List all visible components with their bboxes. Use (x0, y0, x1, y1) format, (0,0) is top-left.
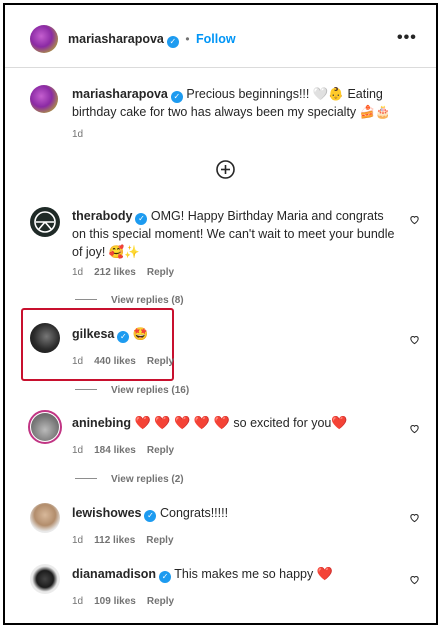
comment-avatar[interactable] (28, 410, 62, 444)
header-divider (5, 67, 436, 68)
comment-meta: 1d 184 likes Reply (72, 445, 185, 456)
caption-username[interactable]: mariasharapova (72, 87, 168, 101)
comment-time: 1d (72, 596, 84, 607)
reply-button[interactable]: Reply (147, 596, 174, 607)
verified-icon: ✓ (117, 331, 130, 343)
comment-hearts: ❤️ ❤️ ❤️ ❤️ ❤️ (134, 415, 230, 430)
comment-username[interactable]: lewishowes (72, 506, 141, 520)
plus-circle-icon[interactable] (216, 160, 235, 179)
follow-button[interactable]: Follow (196, 32, 236, 46)
header-avatar[interactable] (30, 25, 58, 53)
reply-button[interactable]: Reply (147, 356, 174, 367)
more-options-icon[interactable]: ••• (397, 29, 417, 47)
like-heart-icon[interactable] (409, 574, 420, 585)
comment-trailing-heart: ❤️ (331, 415, 348, 430)
view-replies-button[interactable]: View replies (8) (75, 295, 184, 306)
comment-meta: 1d 440 likes Reply (72, 356, 185, 367)
comment-avatar[interactable] (30, 503, 60, 533)
like-heart-icon[interactable] (409, 512, 420, 523)
replies-line (75, 478, 97, 479)
therabody-logo-icon (34, 211, 56, 233)
separator-dot: • (185, 32, 190, 46)
view-replies-button[interactable]: View replies (2) (75, 474, 184, 485)
comment-likes[interactable]: 184 likes (94, 445, 136, 456)
caption-body: mariasharapova ✓ Precious beginnings!!! 🤍… (72, 85, 402, 121)
comments-panel: mariasharapova ✓ • Follow ••• mariasharap… (3, 3, 438, 625)
like-heart-icon[interactable] (409, 214, 420, 225)
comment-likes[interactable]: 109 likes (94, 596, 136, 607)
comment-meta: 1d 212 likes Reply (72, 267, 185, 278)
comment-text: Congrats!!!!! (159, 506, 229, 520)
comment-body: aninebing ❤️ ❤️ ❤️ ❤️ ❤️ so excited for … (72, 414, 402, 432)
replies-line (75, 389, 97, 390)
comment-body: therabody ✓ OMG! Happy Birthday Maria and… (72, 207, 397, 261)
like-heart-icon[interactable] (409, 334, 420, 345)
verified-icon: ✓ (144, 510, 157, 522)
comment-likes[interactable]: 440 likes (94, 356, 136, 367)
reply-button[interactable]: Reply (147, 445, 174, 456)
comment-text: so excited for you (233, 416, 332, 430)
verified-icon: ✓ (166, 36, 179, 48)
comment-username[interactable]: therabody (72, 209, 132, 223)
comment-username[interactable]: aninebing (72, 416, 131, 430)
like-heart-icon[interactable] (409, 423, 420, 434)
comment-body: gilkesa ✓ 🤩 (72, 325, 372, 343)
comment-username[interactable]: dianamadison (72, 567, 156, 581)
comment-body: lewishowes ✓ Congrats!!!!! (72, 504, 372, 522)
comment-username[interactable]: gilkesa (72, 327, 114, 341)
header-username[interactable]: mariasharapova (68, 32, 164, 46)
view-replies-label: View replies (16) (111, 385, 190, 396)
comment-meta: 1d 112 likes Reply (72, 535, 185, 546)
comment-text: This makes me so happy (174, 567, 314, 581)
view-replies-button[interactable]: View replies (16) (75, 385, 189, 396)
verified-icon: ✓ (170, 91, 183, 103)
comment-likes[interactable]: 112 likes (94, 535, 135, 546)
comment-time: 1d (72, 445, 84, 456)
comment-body: dianamadison ✓ This makes me so happy ❤️ (72, 565, 392, 583)
caption-avatar[interactable] (30, 85, 58, 113)
comment-avatar[interactable] (30, 323, 60, 353)
caption-time: 1d (72, 129, 84, 140)
comment-meta: 1d 109 likes Reply (72, 596, 185, 607)
comment-time: 1d (72, 535, 84, 546)
view-replies-label: View replies (8) (111, 295, 184, 306)
verified-icon: ✓ (135, 213, 148, 225)
header-user: mariasharapova ✓ • Follow (68, 30, 236, 48)
comment-time: 1d (72, 267, 84, 278)
replies-line (75, 299, 97, 300)
comment-time: 1d (72, 356, 84, 367)
reply-button[interactable]: Reply (146, 535, 173, 546)
comment-avatar[interactable] (30, 207, 60, 237)
view-replies-label: View replies (2) (111, 474, 184, 485)
reply-button[interactable]: Reply (147, 267, 174, 278)
comment-avatar[interactable] (30, 564, 60, 594)
comment-likes[interactable]: 212 likes (94, 267, 136, 278)
comment-trailing-heart: ❤️ (316, 566, 333, 581)
verified-icon: ✓ (159, 571, 172, 583)
comment-text: 🤩 (132, 327, 149, 341)
